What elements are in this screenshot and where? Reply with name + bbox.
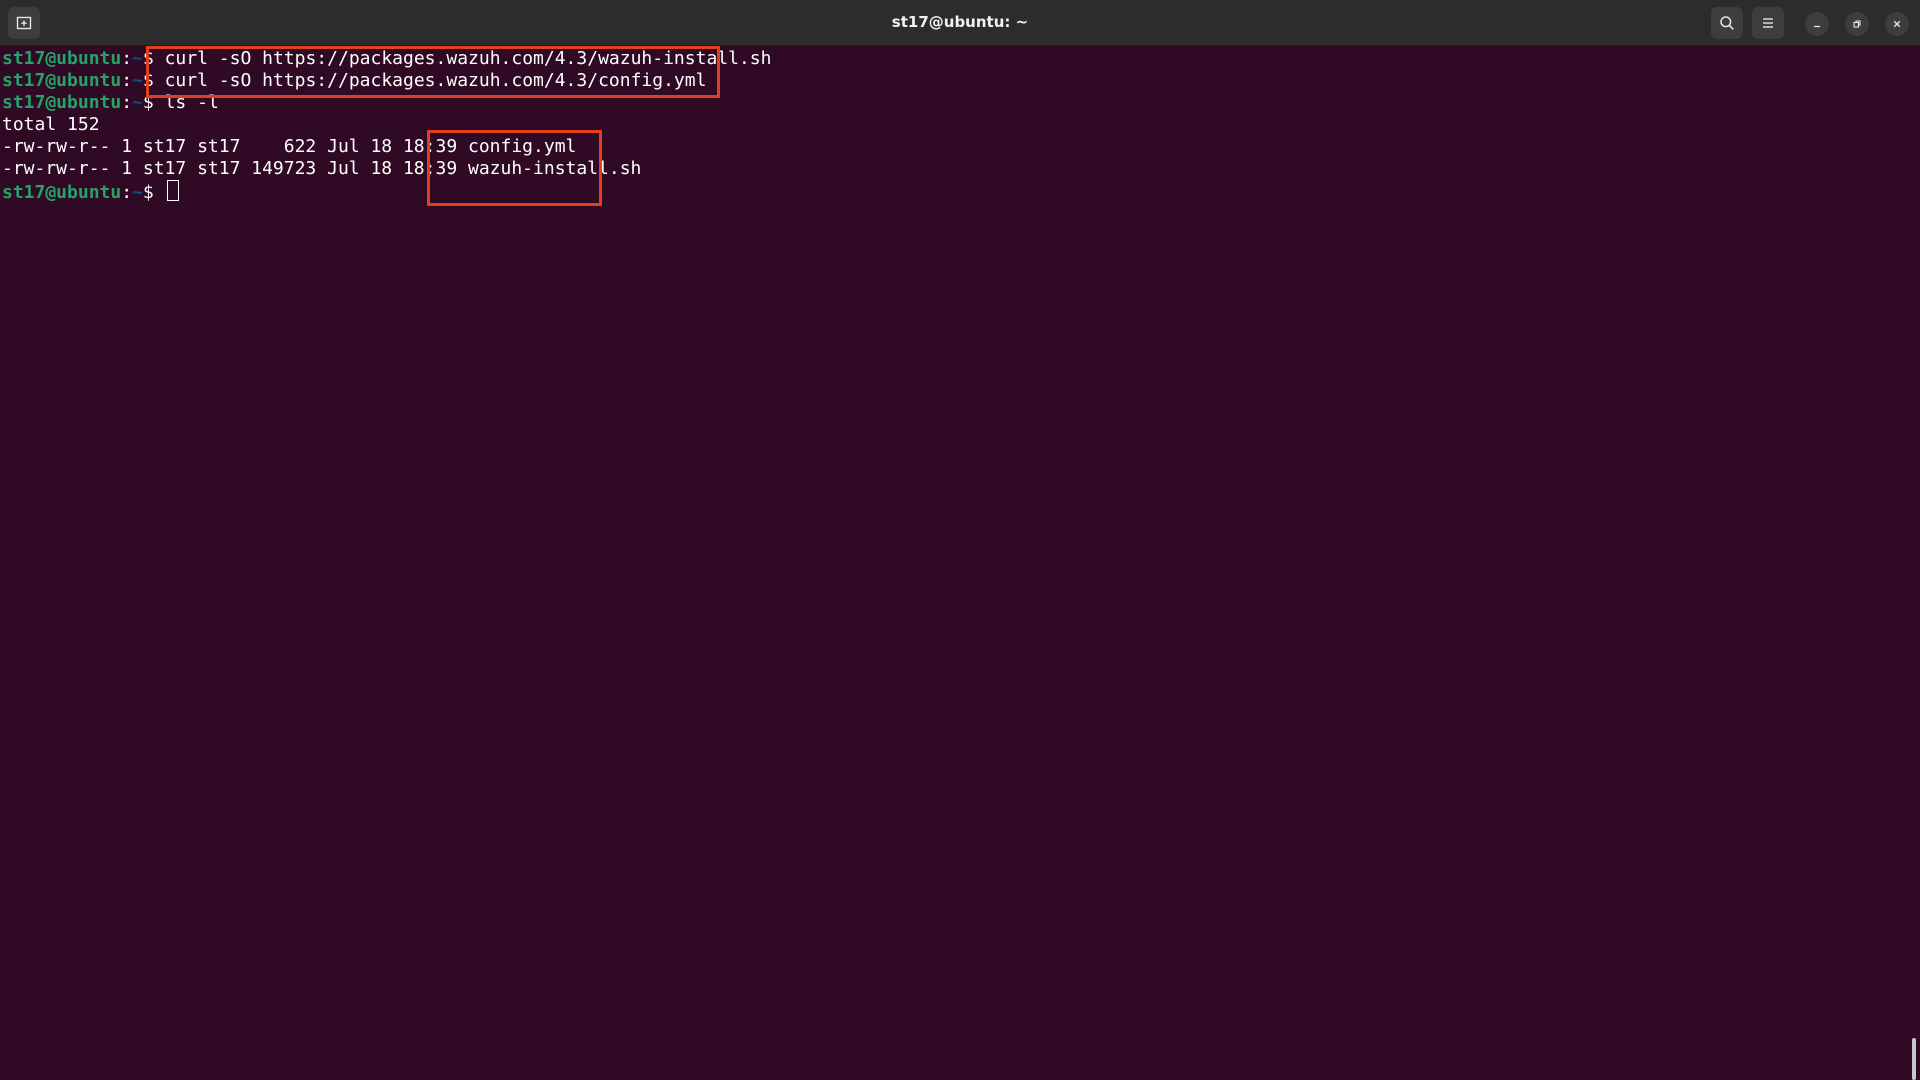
maximize-button[interactable] bbox=[1845, 12, 1869, 36]
prompt-symbol: $ bbox=[142, 182, 165, 203]
prompt-user-host: st17@ubuntu bbox=[2, 92, 122, 113]
prompt-separator: : bbox=[121, 182, 133, 203]
prompt-separator: : bbox=[121, 48, 133, 69]
prompt-separator: : bbox=[121, 92, 133, 113]
terminal-scrollbar[interactable] bbox=[1912, 1038, 1916, 1080]
window-title: st17@ubuntu: ~ bbox=[891, 13, 1029, 31]
prompt-user-host: st17@ubuntu bbox=[2, 48, 122, 69]
prompt-path: ~ bbox=[132, 92, 143, 113]
terminal-area[interactable]: st17@ubuntu:~$ curl -sO https://packages… bbox=[0, 46, 1920, 1080]
title-bar: st17@ubuntu: ~ bbox=[0, 0, 1920, 46]
minimize-button[interactable] bbox=[1805, 12, 1829, 36]
highlight-box-files bbox=[427, 130, 602, 206]
close-icon bbox=[1893, 20, 1901, 28]
terminal-output-total: total 152 bbox=[2, 114, 100, 135]
highlight-box-commands bbox=[146, 46, 720, 98]
prompt-path: ~ bbox=[132, 70, 143, 91]
prompt-path: ~ bbox=[132, 182, 143, 203]
file-attributes: -rw-rw-r-- 1 st17 st17 149723 Jul 18 18:… bbox=[2, 158, 468, 179]
hamburger-menu-icon bbox=[1763, 18, 1773, 28]
prompt-user-host: st17@ubuntu bbox=[2, 70, 122, 91]
prompt-user-host: st17@ubuntu bbox=[2, 182, 122, 203]
search-icon bbox=[1720, 16, 1734, 30]
prompt-separator: : bbox=[121, 70, 133, 91]
file-attributes: -rw-rw-r-- 1 st17 st17 622 Jul 18 18:39 bbox=[2, 136, 468, 157]
menu-button[interactable] bbox=[1752, 7, 1784, 39]
close-button[interactable] bbox=[1885, 12, 1909, 36]
prompt-path: ~ bbox=[132, 48, 143, 69]
text-cursor bbox=[166, 180, 179, 201]
terminal-line-prompt[interactable]: st17@ubuntu:~$ bbox=[2, 180, 179, 203]
minimize-icon bbox=[1814, 25, 1820, 28]
search-button[interactable] bbox=[1711, 7, 1743, 39]
restore-icon bbox=[1853, 20, 1861, 28]
